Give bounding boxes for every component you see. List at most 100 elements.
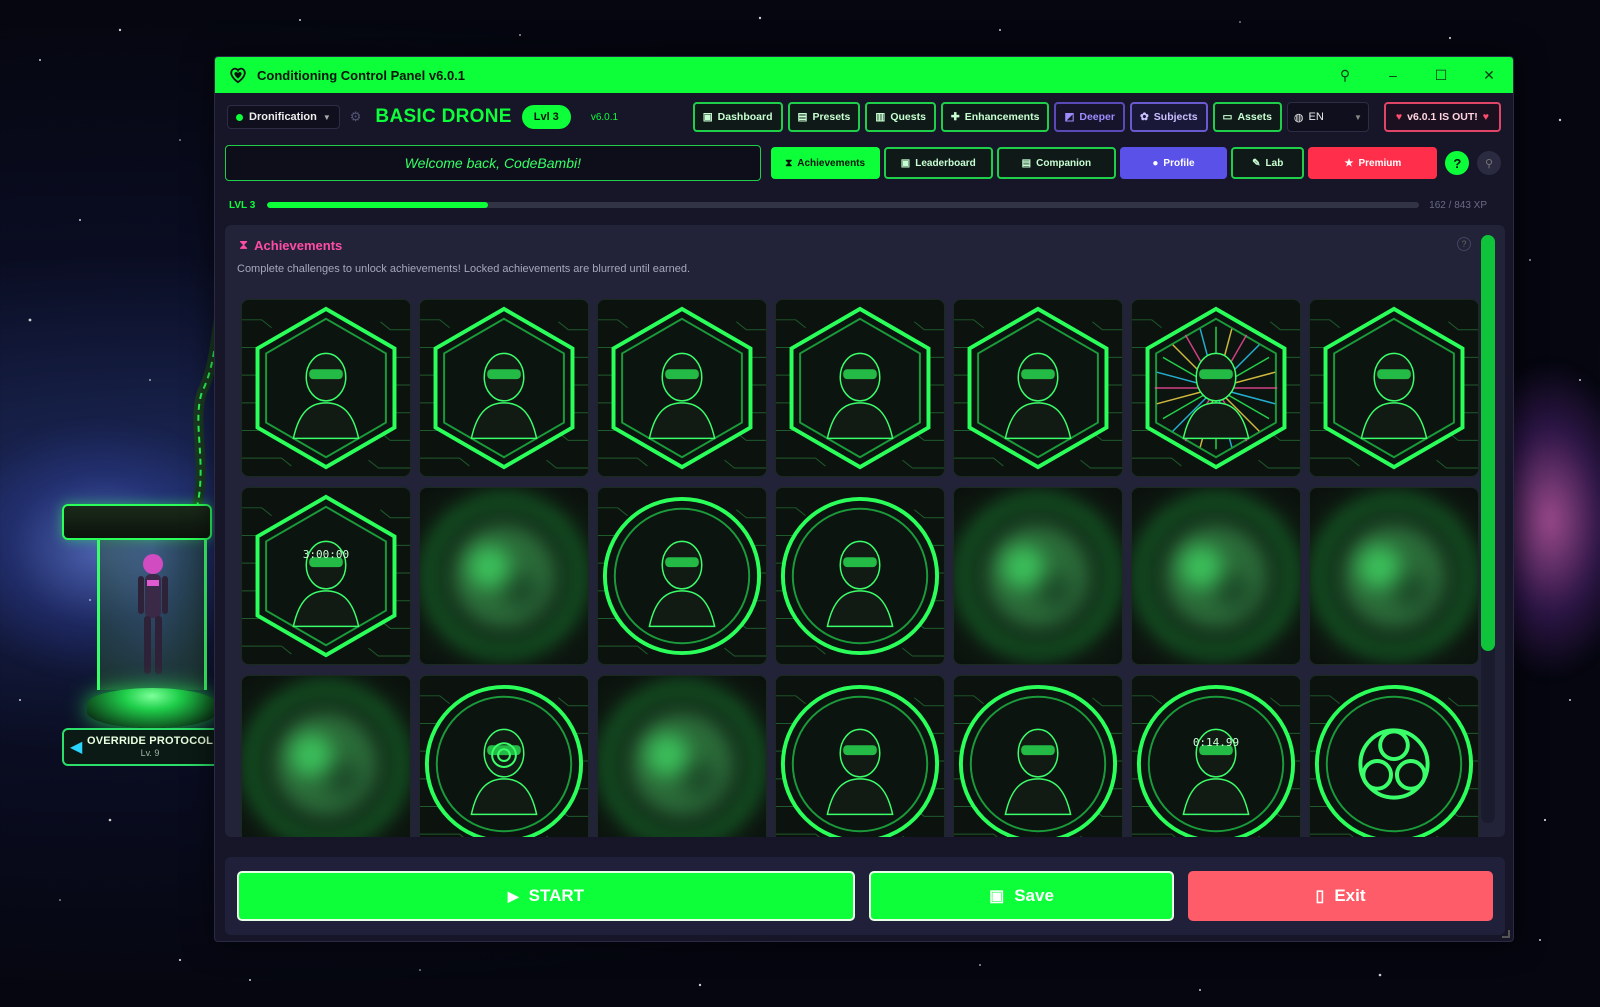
link-icon[interactable]: ⚲ xyxy=(1335,67,1355,84)
goggles-icon xyxy=(1310,300,1478,476)
achievement-tile[interactable] xyxy=(1309,299,1479,477)
tab-row: Welcome back, CodeBambi! ⧗ Achievements ▣… xyxy=(225,145,1501,181)
floppy-icon: ▣ xyxy=(989,888,1005,905)
link-icon: ⚲ xyxy=(1485,157,1494,170)
arrow-left-icon[interactable]: ◀ xyxy=(70,737,82,757)
deeper-icon: ◩ xyxy=(1064,111,1075,123)
play-icon: ▶ xyxy=(507,887,519,904)
subjects-icon: ✿ xyxy=(1139,111,1149,123)
override-protocol-banner[interactable]: ◀ OVERRIDE PROTOCOL Lv. 9 ▶ xyxy=(62,728,238,766)
tab-premium[interactable]: ★ Premium xyxy=(1308,147,1438,179)
achievement-tile[interactable] xyxy=(597,675,767,837)
achievement-timer-label: 0:14.99 xyxy=(1192,736,1240,749)
achievement-tile[interactable] xyxy=(953,487,1123,665)
minimize-button[interactable]: – xyxy=(1383,67,1403,83)
spiral-face-icon xyxy=(420,676,588,837)
exit-button[interactable]: ▯ Exit xyxy=(1188,871,1493,921)
achievement-timer-label: 3:00:00 xyxy=(302,548,350,561)
mode-label: Dronification xyxy=(249,111,317,123)
mode-dropdown[interactable]: Dronification ▼ xyxy=(227,105,340,129)
start-button[interactable]: ▶ START xyxy=(237,871,855,921)
nav-deeper-button[interactable]: ◩ Deeper xyxy=(1054,102,1125,132)
window-title: Conditioning Control Panel v6.0.1 xyxy=(257,67,466,83)
presets-icon: ▤ xyxy=(797,111,808,123)
status-dot-icon xyxy=(236,113,243,121)
coder-at-desk-icon xyxy=(776,300,944,476)
locked-achievement-icon xyxy=(954,488,1122,664)
tab-lab[interactable]: ✎ Lab xyxy=(1231,147,1305,179)
xp-text: 162 / 843 XP xyxy=(1429,199,1487,211)
nav-quests-button[interactable]: ▥ Quests xyxy=(865,102,936,132)
xp-bar-fill xyxy=(267,202,489,208)
resize-grip[interactable] xyxy=(1502,930,1510,938)
achievement-tile[interactable] xyxy=(597,299,767,477)
achievements-grid: 3:00:00 0:14.99 xyxy=(241,299,1479,837)
achievement-tile[interactable] xyxy=(953,675,1123,837)
achievements-help-icon[interactable]: ? xyxy=(1457,237,1471,251)
tab-leaderboard[interactable]: ▣ Leaderboard xyxy=(883,147,993,179)
achievement-tile[interactable] xyxy=(241,675,411,837)
achievements-panel: ⧗ Achievements Complete challenges to un… xyxy=(225,225,1505,837)
pod-base xyxy=(87,688,217,728)
network-tap-icon xyxy=(776,676,944,837)
locked-achievement-icon xyxy=(242,676,410,837)
banner-title: OVERRIDE PROTOCOL xyxy=(86,735,214,747)
achievement-tile[interactable] xyxy=(775,487,945,665)
update-available-button[interactable]: ♥ v6.0.1 IS OUT! ♥ xyxy=(1383,102,1501,132)
achievement-tile[interactable] xyxy=(241,299,411,477)
achievement-tile[interactable]: 0:14.99 xyxy=(1131,675,1301,837)
achievement-tile[interactable] xyxy=(775,675,945,837)
link-button[interactable]: ⚲ xyxy=(1477,151,1501,175)
scrollbar-thumb[interactable] xyxy=(1481,235,1495,651)
locked-achievement-icon xyxy=(1132,488,1300,664)
achievement-tile[interactable] xyxy=(1309,675,1479,837)
nav-enhancements-button[interactable]: ✚ Enhancements xyxy=(940,102,1050,132)
vr-visor-face-icon xyxy=(242,300,410,476)
nav-dashboard-button[interactable]: ▣ Dashboard xyxy=(692,102,783,132)
version-label: v6.0.1 xyxy=(590,111,619,123)
achievement-tile[interactable] xyxy=(419,487,589,665)
phone-figure-icon xyxy=(598,300,766,476)
nav-presets-button[interactable]: ▤ Presets xyxy=(787,102,861,132)
close-button[interactable]: ✕ xyxy=(1479,67,1499,84)
nav-subjects-button[interactable]: ✿ Subjects xyxy=(1129,102,1208,132)
locked-achievement-icon xyxy=(1310,488,1478,664)
folder-icon: ▭ xyxy=(1222,111,1233,123)
achievement-tile[interactable] xyxy=(1131,487,1301,665)
nav-assets-button[interactable]: ▭ Assets xyxy=(1212,102,1282,132)
tab-companion[interactable]: ▤ Companion xyxy=(996,147,1116,179)
save-button[interactable]: ▣ Save xyxy=(868,871,1174,921)
achievements-description: Complete challenges to unlock achievemen… xyxy=(237,263,691,275)
heart-icon: ♥ xyxy=(1395,111,1403,123)
tab-achievements[interactable]: ⧗ Achievements xyxy=(770,147,880,179)
achievement-tile[interactable] xyxy=(953,299,1123,477)
welcome-banner: Welcome back, CodeBambi! xyxy=(225,145,761,181)
achievement-tile[interactable]: 3:00:00 xyxy=(241,487,411,665)
winged-drone-icon xyxy=(954,300,1122,476)
achievements-scrollbar[interactable] xyxy=(1481,235,1495,823)
achievement-tile[interactable] xyxy=(1131,299,1301,477)
title-bar[interactable]: Conditioning Control Panel v6.0.1 ⚲ – ☐ … xyxy=(215,57,1513,93)
locked-achievement-icon xyxy=(420,488,588,664)
hourglass-icon: ⧗ xyxy=(239,237,249,252)
achievements-title: Achievements xyxy=(254,237,343,253)
achievement-tile[interactable] xyxy=(597,487,767,665)
globe-icon: ◍ xyxy=(1293,111,1304,124)
trophy-icon: ⧗ xyxy=(785,157,793,169)
language-dropdown[interactable]: ◍ EN ▼ xyxy=(1286,102,1369,132)
achievement-tile[interactable] xyxy=(1309,487,1479,665)
maximize-button[interactable]: ☐ xyxy=(1431,67,1451,84)
speed-typing-timer-icon xyxy=(1132,676,1300,837)
neon-burst-figure-icon xyxy=(1132,300,1300,476)
achievement-tile[interactable] xyxy=(419,675,589,837)
drone-figure-icon xyxy=(138,554,168,674)
header-row: Dronification ▼ ⚙ BASIC DRONE Lvl 3 v6.0… xyxy=(227,101,1501,133)
achievement-tile[interactable] xyxy=(775,299,945,477)
heart-icon: ♥ xyxy=(1482,111,1489,123)
chevron-down-icon: ▼ xyxy=(1354,112,1362,122)
pencil-icon: ✎ xyxy=(1252,157,1261,169)
gear-icon[interactable]: ⚙ xyxy=(350,109,362,125)
help-button[interactable]: ? xyxy=(1445,151,1470,175)
achievement-tile[interactable] xyxy=(419,299,589,477)
tab-profile[interactable]: ● Profile xyxy=(1119,147,1228,179)
